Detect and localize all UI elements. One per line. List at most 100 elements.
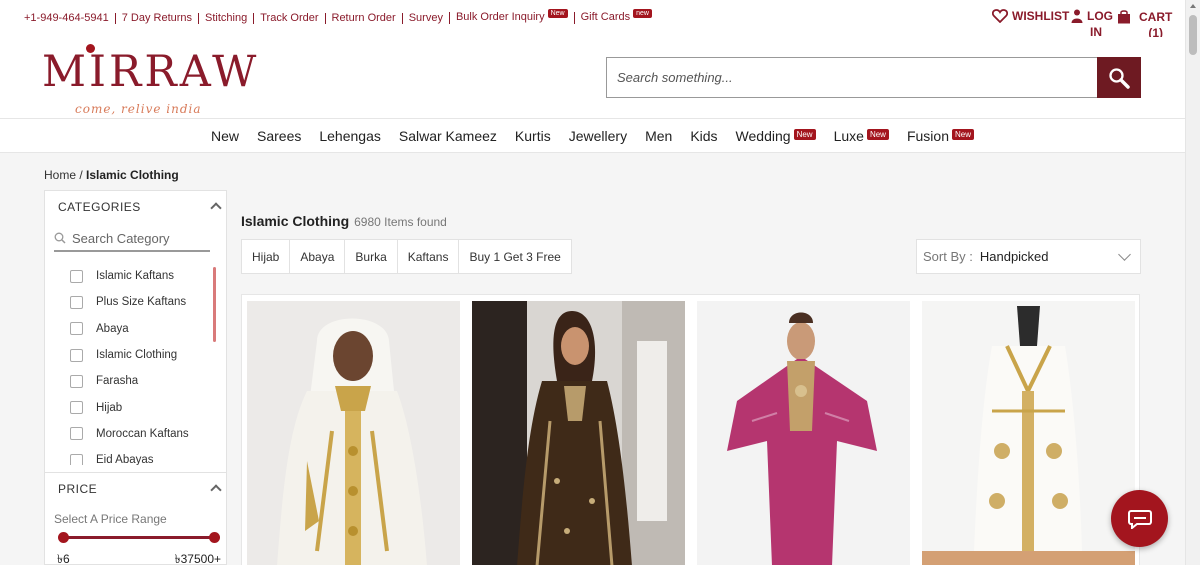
category-list: Islamic Kaftans Plus Size Kaftans Abaya … (70, 263, 210, 465)
divider (45, 472, 226, 473)
top-link-gift-cards[interactable]: Gift Cards new (573, 9, 658, 24)
product-grid (241, 294, 1140, 565)
checkbox[interactable] (70, 269, 83, 283)
checkbox[interactable] (70, 322, 83, 336)
price-min-value: ৳6 (57, 552, 70, 565)
sort-dropdown[interactable]: Sort By : Handpicked (916, 239, 1141, 274)
price-max-value: ৳37500+ (174, 552, 221, 565)
breadcrumb: Home / Islamic Clothing (44, 168, 179, 182)
page-title: Islamic Clothing (241, 213, 350, 229)
nav-new[interactable]: New (211, 128, 239, 144)
price-slider[interactable] (58, 532, 220, 543)
checkbox[interactable] (70, 348, 83, 362)
product-card[interactable] (247, 301, 460, 565)
checkbox[interactable] (70, 427, 83, 441)
category-item[interactable]: Abaya (70, 316, 210, 342)
wishlist-link[interactable]: WISHLIST (992, 9, 1069, 23)
new-badge: New (547, 9, 568, 18)
category-item[interactable]: Islamic Kaftans (70, 263, 210, 289)
chip-hijab[interactable]: Hijab (241, 239, 291, 274)
sort-label: Sort By : (923, 249, 973, 264)
scroll-up-arrow-icon[interactable] (1190, 4, 1196, 8)
checkbox[interactable] (70, 374, 83, 388)
nav-jewellery[interactable]: Jewellery (569, 128, 627, 144)
top-link-returns[interactable]: 7 Day Returns (114, 12, 198, 24)
price-heading[interactable]: PRICE (58, 482, 97, 496)
chip-abaya[interactable]: Abaya (289, 239, 346, 274)
product-card[interactable] (922, 301, 1135, 565)
cart-link[interactable]: CART (1) (1117, 9, 1172, 40)
top-link-return-order[interactable]: Return Order (324, 12, 402, 24)
top-link-bulk-order[interactable]: Bulk Order Inquiry New (448, 9, 574, 24)
filter-sidebar: CATEGORIES Islamic Kaftans Plus Size Kaf… (44, 190, 227, 565)
chip-burka[interactable]: Burka (344, 239, 398, 274)
category-scrollbar[interactable] (213, 267, 216, 342)
chip-kaftans[interactable]: Kaftans (396, 239, 460, 274)
logo-tagline: come, relive india (75, 102, 202, 116)
checkbox[interactable] (70, 453, 83, 465)
top-utility-bar: +1-949-464-5941 7 Day Returns Stitching … (0, 0, 1185, 40)
nav-kurtis[interactable]: Kurtis (515, 128, 551, 144)
product-image[interactable] (472, 301, 685, 565)
product-image[interactable] (697, 301, 910, 565)
product-image[interactable] (247, 301, 460, 565)
category-item[interactable]: Plus Size Kaftans (70, 289, 210, 315)
price-max-handle[interactable] (209, 532, 220, 543)
top-links: +1-949-464-5941 7 Day Returns Stitching … (24, 9, 658, 24)
category-search-input[interactable] (72, 228, 208, 248)
new-badge: New (951, 128, 974, 140)
collapse-categories-icon[interactable] (210, 202, 222, 214)
chat-icon (1127, 509, 1152, 529)
login-label: LOG (1087, 9, 1113, 23)
chevron-down-icon (1118, 248, 1131, 261)
nav-luxe[interactable]: Luxe New (834, 128, 889, 144)
login-link[interactable]: LOG IN (1071, 9, 1113, 39)
scrollbar-thumb[interactable] (1189, 15, 1197, 55)
heart-icon (992, 9, 1008, 23)
category-item[interactable]: Eid Abayas (70, 447, 210, 465)
checkbox[interactable] (70, 295, 83, 309)
chat-button[interactable] (1111, 490, 1168, 547)
sort-value: Handpicked (979, 249, 1049, 264)
top-link-survey[interactable]: Survey (401, 12, 449, 24)
category-item[interactable]: Islamic Clothing (70, 342, 210, 368)
breadcrumb-home[interactable]: Home (44, 168, 76, 182)
categories-heading[interactable]: CATEGORIES (58, 200, 141, 214)
top-link-stitching[interactable]: Stitching (198, 12, 253, 24)
price-range-label: Select A Price Range (54, 512, 167, 526)
chip-buy1get3[interactable]: Buy 1 Get 3 Free (458, 239, 572, 274)
nav-salwar-kameez[interactable]: Salwar Kameez (399, 128, 497, 144)
nav-men[interactable]: Men (645, 128, 672, 144)
nav-fusion[interactable]: Fusion New (907, 128, 974, 144)
breadcrumb-current: Islamic Clothing (86, 168, 179, 182)
page-scrollbar[interactable] (1185, 0, 1200, 565)
collapse-price-icon[interactable] (210, 484, 222, 496)
checkbox[interactable] (70, 401, 83, 415)
cart-label: CART (1139, 9, 1173, 24)
product-image[interactable] (922, 301, 1135, 565)
results-header: Islamic Clothing 6980 Items found (241, 213, 447, 229)
search-input[interactable] (607, 58, 1098, 97)
price-min-handle[interactable] (58, 532, 69, 543)
wishlist-label: WISHLIST (1012, 9, 1070, 23)
category-item[interactable]: Farasha (70, 368, 210, 394)
category-item[interactable]: Moroccan Kaftans (70, 421, 210, 447)
product-card[interactable] (697, 301, 910, 565)
product-card[interactable] (472, 301, 685, 565)
nav-lehengas[interactable]: Lehengas (319, 128, 381, 144)
nav-kids[interactable]: Kids (690, 128, 717, 144)
search-bar (606, 57, 1141, 98)
user-icon (1071, 9, 1083, 23)
filter-chips: Hijab Abaya Burka Kaftans Buy 1 Get 3 Fr… (241, 239, 572, 274)
nav-sarees[interactable]: Sarees (257, 128, 301, 144)
search-icon (54, 232, 66, 244)
results-count: 6980 Items found (354, 215, 447, 229)
search-icon (1109, 67, 1130, 89)
search-button[interactable] (1097, 57, 1141, 98)
top-link-track-order[interactable]: Track Order (253, 12, 324, 24)
new-badge: new (633, 9, 652, 18)
nav-wedding[interactable]: Wedding New (736, 128, 816, 144)
phone-number[interactable]: +1-949-464-5941 (24, 12, 115, 24)
category-item[interactable]: Hijab (70, 394, 210, 420)
mirraw-logo[interactable]: MIRRAW come, relive india (42, 39, 256, 119)
